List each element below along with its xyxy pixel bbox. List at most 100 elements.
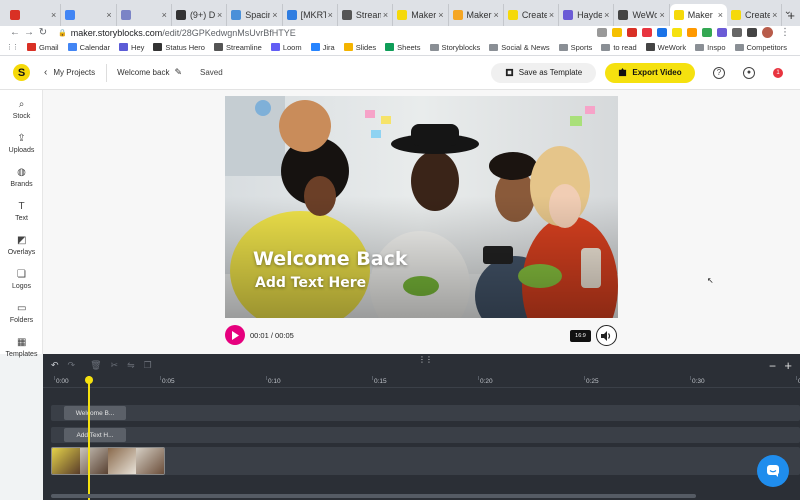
volume-button[interactable] (596, 325, 617, 346)
browser-tab[interactable]: [MKRT× (283, 4, 338, 26)
close-tab-icon[interactable]: × (549, 10, 554, 20)
close-tab-icon[interactable]: × (604, 10, 609, 20)
extension-icon[interactable] (672, 28, 682, 37)
close-tab-icon[interactable]: × (106, 10, 111, 20)
bookmark-item[interactable]: Streamline (213, 43, 262, 52)
profile-avatar[interactable] (762, 27, 773, 38)
zoom-in-button[interactable]: + (784, 358, 792, 373)
kebab-menu-icon[interactable]: ⋮ (778, 27, 792, 38)
close-tab-icon[interactable]: × (51, 10, 56, 20)
bookmark-item[interactable]: Slides (343, 43, 376, 52)
extension-icon[interactable] (687, 28, 697, 37)
close-tab-icon[interactable]: × (162, 10, 167, 20)
browser-tab[interactable]: × (61, 4, 117, 26)
close-tab-icon[interactable]: × (772, 10, 777, 20)
sidebar-item-logos[interactable]: ❏ Logos (0, 270, 43, 291)
url-field[interactable]: 🔒 maker.storyblocks.com/edit/28GPKedwgnM… (58, 28, 597, 38)
bookmark-item[interactable]: Sports (558, 43, 592, 52)
sidebar-item-text[interactable]: T Text (0, 202, 43, 223)
reload-icon[interactable]: ↻ (36, 27, 50, 38)
extension-icon[interactable] (717, 28, 727, 37)
text-clip[interactable]: Add Text H... (64, 428, 126, 442)
browser-tab[interactable]: Hayden× (559, 4, 615, 26)
bookmark-item[interactable]: Competitors (734, 43, 787, 52)
close-tab-icon[interactable]: × (438, 10, 443, 20)
close-tab-icon[interactable]: × (328, 10, 333, 20)
bookmark-item[interactable]: Hey (119, 43, 144, 52)
bookmark-item[interactable]: Gmail (27, 43, 59, 52)
headline-text[interactable]: Welcome Back (253, 248, 408, 270)
subheadline-text[interactable]: Add Text Here (255, 275, 366, 291)
bookmark-item[interactable]: WeWork (645, 43, 686, 52)
browser-tab[interactable]: × (117, 4, 172, 26)
video-clip[interactable] (51, 447, 165, 475)
account-icon[interactable]: ● (743, 66, 755, 79)
help-icon[interactable]: ? (713, 66, 725, 79)
timeline-ruler[interactable]: 0:000:050:100:150:200:250:300:35 (43, 376, 800, 388)
browser-tab[interactable]: × (6, 4, 62, 26)
puzzle-icon[interactable] (732, 28, 742, 37)
redo-icon[interactable]: ↷ (68, 360, 76, 371)
play-button[interactable] (225, 325, 245, 345)
chevron-left-icon[interactable]: ‹ (44, 67, 47, 78)
playhead[interactable] (88, 376, 90, 500)
tab-search-icon[interactable]: ⌄ (784, 6, 792, 17)
browser-tab[interactable]: Maker × (449, 4, 504, 26)
split-icon[interactable]: ✂ (111, 360, 119, 371)
extension-icon[interactable] (627, 28, 637, 37)
browser-tab[interactable]: Create × (727, 4, 783, 26)
undo-icon[interactable]: ↶ (51, 360, 59, 371)
bookmark-item[interactable]: Calendar (67, 43, 110, 52)
video-preview[interactable]: Welcome Back Add Text Here (225, 96, 618, 318)
back-arrow-icon[interactable]: ← (8, 27, 22, 38)
close-tab-icon[interactable]: × (272, 10, 277, 20)
close-tab-icon[interactable]: × (383, 10, 388, 20)
resize-handle-icon[interactable]: ⋮⋮ (418, 355, 433, 364)
sidebar-item-stock[interactable]: ⌕ Stock (0, 100, 43, 121)
sidebar-item-folders[interactable]: ▭ Folders (0, 304, 43, 325)
sidebar-item-uploads[interactable]: ⇪ Uploads (0, 134, 43, 155)
browser-tab[interactable]: (9+) De× (172, 4, 228, 26)
storyblocks-logo[interactable]: S (13, 64, 30, 81)
extension-icon[interactable] (642, 28, 652, 37)
bookmark-item[interactable]: Loom (270, 43, 302, 52)
bookmark-item[interactable]: Jira (310, 43, 335, 52)
apps-grid-icon[interactable]: ⋮⋮ (6, 43, 19, 51)
extension-icon[interactable] (702, 28, 712, 37)
star-icon[interactable] (612, 28, 622, 37)
forward-arrow-icon[interactable]: → (22, 27, 36, 38)
pencil-icon[interactable]: ✎ (174, 67, 182, 78)
extension-icon[interactable] (747, 28, 757, 37)
close-tab-icon[interactable]: × (718, 10, 723, 20)
bookmark-item[interactable]: Inspo (695, 43, 726, 52)
zoom-out-button[interactable]: − (769, 359, 776, 373)
trash-icon[interactable]: 🗑 (90, 360, 101, 371)
sidebar-item-brands[interactable]: ◍ Brands (0, 168, 43, 189)
sidebar-item-overlays[interactable]: ◩ Overlays (0, 236, 43, 257)
browser-tab[interactable]: Spacing× (227, 4, 283, 26)
close-tab-icon[interactable]: × (494, 10, 499, 20)
browser-tab[interactable]: Maker × (669, 4, 728, 26)
close-tab-icon[interactable]: × (217, 10, 222, 20)
save-as-template-button[interactable]: Save as Template (491, 62, 596, 83)
text-clip[interactable]: Welcome B... (64, 406, 126, 420)
browser-tab[interactable]: Create × (504, 4, 560, 26)
browser-tab[interactable]: Maker × (393, 4, 449, 26)
bookmark-item[interactable]: Social & News (489, 43, 550, 52)
close-tab-icon[interactable]: × (659, 10, 664, 20)
bookmark-item[interactable]: Sheets (385, 43, 421, 52)
timeline-scrollbar[interactable] (51, 494, 696, 498)
bookmark-item[interactable]: Storyblocks (429, 43, 480, 52)
my-projects-link[interactable]: My Projects (53, 68, 95, 77)
share-icon[interactable] (597, 28, 607, 37)
export-video-button[interactable]: Export Video (605, 62, 695, 83)
bookmark-item[interactable]: to read (601, 43, 637, 52)
duplicate-icon[interactable]: ❐ (144, 360, 152, 371)
bookmark-item[interactable]: Status Hero (153, 43, 205, 52)
notification-badge[interactable]: 1 (773, 67, 783, 78)
aspect-ratio-button[interactable]: 16:9 (570, 330, 591, 342)
browser-tab[interactable]: Stream× (338, 4, 394, 26)
chat-support-button[interactable] (757, 455, 789, 487)
adjust-icon[interactable]: ⇋ (127, 360, 135, 371)
extension-icon[interactable] (657, 28, 667, 37)
